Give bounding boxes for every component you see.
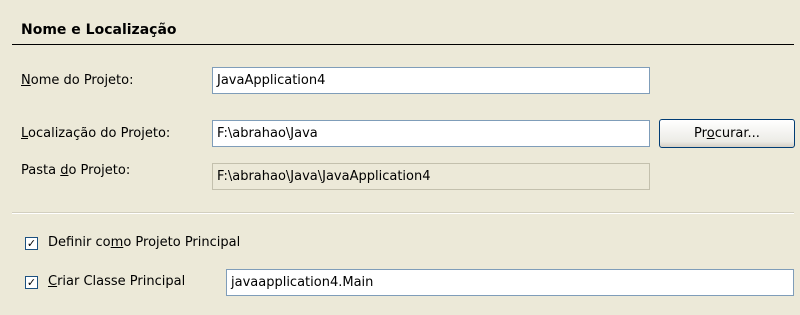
main-project-checkbox[interactable]: ✓ (25, 237, 38, 250)
browse-button[interactable]: Procurar... (659, 119, 795, 148)
section-title-divider (12, 44, 794, 45)
project-name-input[interactable]: JavaApplication4 (212, 67, 650, 94)
separator-highlight (12, 213, 794, 214)
project-location-input[interactable]: F:\abrahao\Java (212, 120, 650, 147)
project-folder-field: F:\abrahao\Java\JavaApplication4 (212, 163, 650, 190)
main-project-label[interactable]: Definir como Projeto Principal (48, 235, 240, 250)
project-location-label: Localização do Projeto: (21, 126, 171, 141)
main-class-checkbox[interactable]: ✓ (25, 276, 38, 289)
section-title: Nome e Localização (21, 22, 177, 38)
project-folder-label: Pasta do Projeto: (21, 163, 131, 178)
main-class-input[interactable]: javaapplication4.Main (226, 269, 794, 296)
main-class-label[interactable]: Criar Classe Principal (48, 274, 185, 289)
project-name-label: Nome do Projeto: (21, 73, 134, 88)
